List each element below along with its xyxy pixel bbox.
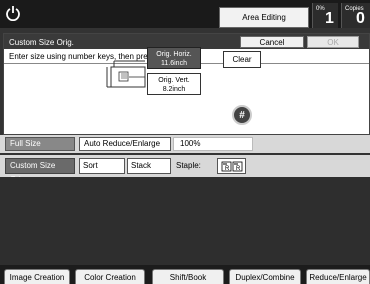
orig-horiz-button[interactable]: Orig. Horiz. 11.6inch xyxy=(147,47,201,69)
staple-label: Staple: xyxy=(176,161,201,170)
svg-text:R: R xyxy=(225,166,230,172)
svg-text:R: R xyxy=(236,166,241,172)
tab-image-creation[interactable]: Image Creation xyxy=(4,269,70,284)
finishing-row: Custom Size Orig. Sort Stack Staple: R R xyxy=(0,155,370,184)
bottom-tab-bar: Image Creation Color Creation Shift/Book… xyxy=(0,265,370,284)
cancel-button[interactable]: Cancel xyxy=(240,36,304,48)
main-area xyxy=(0,177,370,265)
hash-key-button[interactable]: # xyxy=(232,105,252,125)
orig-horiz-value: 11.6inch xyxy=(161,60,187,67)
orig-horiz-label: Orig. Horiz. xyxy=(156,51,192,58)
orig-vert-value: 8.2inch xyxy=(162,86,186,93)
tab-duplex-combine[interactable]: Duplex/Combine xyxy=(229,269,301,284)
ratio-display: 100% xyxy=(173,137,253,151)
ratio-row: Full Size Auto Reduce/Enlarge 100% xyxy=(0,135,370,153)
tab-reduce-enlarge[interactable]: Reduce/Enlarge xyxy=(306,269,370,284)
counter-display: 0% 1 xyxy=(312,3,338,28)
power-icon xyxy=(6,6,20,21)
sort-button[interactable]: Sort xyxy=(79,158,125,174)
orig-vert-button[interactable]: Orig. Vert. 8.2inch xyxy=(147,73,201,95)
orig-vert-label: Orig. Vert. xyxy=(158,77,190,84)
top-bar: Area Editing 0% 1 Copies 0 xyxy=(0,0,370,28)
full-size-button[interactable]: Full Size xyxy=(5,137,75,151)
copies-display: Copies 0 xyxy=(341,3,370,28)
counter-unit: 0% xyxy=(316,6,325,12)
custom-size-orig-button[interactable]: Custom Size Orig. xyxy=(5,158,75,184)
stack-button[interactable]: Stack xyxy=(127,158,171,174)
dialog-title: Custom Size Orig. xyxy=(9,38,74,47)
counter-value: 1 xyxy=(325,10,334,27)
area-editing-button[interactable]: Area Editing xyxy=(219,7,309,28)
tab-color-creation[interactable]: Color Creation xyxy=(75,269,145,284)
ok-button[interactable]: OK xyxy=(307,36,359,48)
tab-shift-book[interactable]: Shift/Book xyxy=(152,269,224,284)
staple-button[interactable]: R R xyxy=(217,158,246,174)
auto-reduce-enlarge-button[interactable]: Auto Reduce/Enlarge xyxy=(79,137,171,151)
copies-value: 0 xyxy=(356,10,365,27)
original-size-diagram-icon xyxy=(106,60,146,88)
staple-icon: R R xyxy=(221,161,242,172)
clear-button[interactable]: Clear xyxy=(223,51,261,68)
